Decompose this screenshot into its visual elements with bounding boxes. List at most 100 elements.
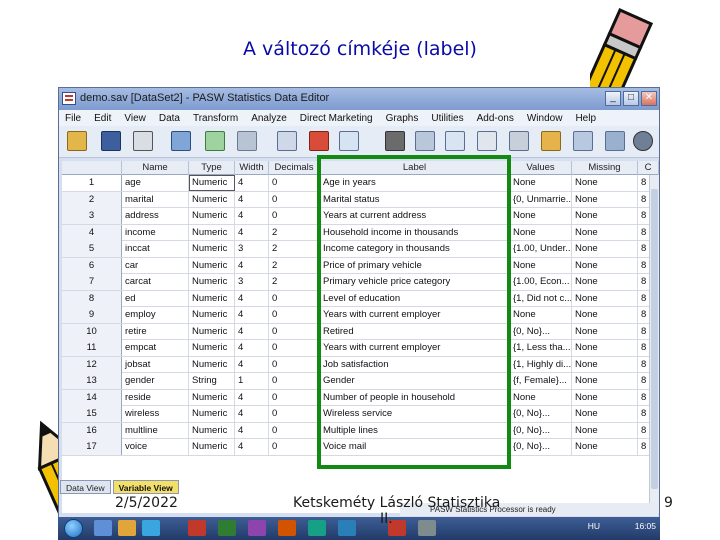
table-row[interactable]: 11 empcat Numeric 4 0 Years with current empl… xyxy=(62,340,659,357)
decimals-cell[interactable]: 2 xyxy=(269,257,320,274)
type-cell[interactable]: Numeric xyxy=(189,208,235,224)
width-cell[interactable]: 4 xyxy=(235,340,269,356)
table-row[interactable]: 6 car Numeric 4 2 Price of primary vehicle Non… xyxy=(62,257,659,274)
name-cell[interactable]: inccat xyxy=(122,241,189,257)
table-row[interactable]: 4 income Numeric 4 2 Household income in thou… xyxy=(62,224,659,241)
taskbar-app-icon[interactable] xyxy=(418,520,436,536)
values-cell[interactable]: None xyxy=(510,224,572,241)
menu-help[interactable]: Help xyxy=(575,113,596,124)
values-cell[interactable]: {0, Unmarrie... xyxy=(510,191,572,208)
column-header-type[interactable]: Type xyxy=(189,161,235,175)
values-cell[interactable]: None xyxy=(510,307,572,323)
name-cell[interactable]: retire xyxy=(122,323,189,340)
table-row[interactable]: 2 marital Numeric 4 0 Marital status {0, Unmar… xyxy=(62,191,659,208)
name-cell[interactable]: car xyxy=(122,257,189,274)
row-number-cell[interactable]: 6 xyxy=(62,257,122,274)
type-cell[interactable]: Numeric xyxy=(189,224,235,241)
label-cell[interactable]: Household income in thousands xyxy=(320,224,510,241)
save-icon[interactable] xyxy=(101,131,121,151)
scrollbar-thumb[interactable] xyxy=(651,189,658,489)
row-number-cell[interactable]: 15 xyxy=(62,406,122,422)
values-cell[interactable]: None xyxy=(510,208,572,224)
width-cell[interactable]: 4 xyxy=(235,224,269,241)
row-number-cell[interactable]: 10 xyxy=(62,323,122,340)
missing-cell[interactable]: None xyxy=(572,422,638,439)
row-number-cell[interactable]: 7 xyxy=(62,274,122,290)
width-cell[interactable]: 4 xyxy=(235,406,269,422)
missing-cell[interactable]: None xyxy=(572,290,638,307)
missing-cell[interactable]: None xyxy=(572,241,638,257)
values-cell[interactable]: {0, No}... xyxy=(510,439,572,455)
values-cell[interactable]: {1, Less tha... xyxy=(510,340,572,356)
taskbar-app-icon[interactable] xyxy=(142,520,160,536)
type-cell[interactable]: Numeric xyxy=(189,323,235,340)
row-number-cell[interactable]: 5 xyxy=(62,241,122,257)
value-labels-icon[interactable] xyxy=(573,131,593,151)
redo-icon[interactable] xyxy=(237,131,257,151)
missing-cell[interactable]: None xyxy=(572,406,638,422)
menu-window[interactable]: Window xyxy=(527,113,563,124)
name-cell[interactable]: multline xyxy=(122,422,189,439)
label-cell[interactable]: Years at current address xyxy=(320,208,510,224)
missing-cell[interactable]: None xyxy=(572,175,638,191)
decimals-cell[interactable]: 0 xyxy=(269,373,320,389)
values-cell[interactable]: {0, No}... xyxy=(510,323,572,340)
open-icon[interactable] xyxy=(67,131,87,151)
insert-variable-icon[interactable] xyxy=(445,131,465,151)
goto-case-icon[interactable] xyxy=(277,131,297,151)
table-row[interactable]: 3 address Numeric 4 0 Years at current addres… xyxy=(62,208,659,225)
label-cell[interactable]: Retired xyxy=(320,323,510,340)
name-cell[interactable]: jobsat xyxy=(122,356,189,373)
label-cell[interactable]: Primary vehicle price category xyxy=(320,274,510,290)
label-cell[interactable]: Voice mail xyxy=(320,439,510,455)
name-cell[interactable]: age xyxy=(122,175,189,191)
vertical-scrollbar[interactable] xyxy=(649,175,659,513)
column-header-columns[interactable]: C xyxy=(638,161,659,175)
menu-transform[interactable]: Transform xyxy=(193,113,238,124)
missing-cell[interactable]: None xyxy=(572,191,638,208)
values-cell[interactable]: {1.00, Under... xyxy=(510,241,572,257)
label-cell[interactable]: Gender xyxy=(320,373,510,389)
decimals-cell[interactable]: 0 xyxy=(269,422,320,439)
name-cell[interactable]: address xyxy=(122,208,189,224)
taskbar-app-icon[interactable] xyxy=(118,520,136,536)
row-number-cell[interactable]: 9 xyxy=(62,307,122,323)
type-cell[interactable]: Numeric xyxy=(189,290,235,307)
label-cell[interactable]: Wireless service xyxy=(320,406,510,422)
width-cell[interactable]: 3 xyxy=(235,274,269,290)
missing-cell[interactable]: None xyxy=(572,439,638,455)
decimals-cell[interactable]: 0 xyxy=(269,191,320,208)
table-row[interactable]: 5 inccat Numeric 3 2 Income category in thous… xyxy=(62,241,659,258)
show-all-icon[interactable] xyxy=(633,131,653,151)
missing-cell[interactable]: None xyxy=(572,208,638,224)
name-cell[interactable]: gender xyxy=(122,373,189,389)
label-cell[interactable]: Price of primary vehicle xyxy=(320,257,510,274)
width-cell[interactable]: 4 xyxy=(235,208,269,224)
decimals-cell[interactable]: 0 xyxy=(269,208,320,224)
menu-direct-marketing[interactable]: Direct Marketing xyxy=(300,113,373,124)
table-row[interactable]: 10 retire Numeric 4 0 Retired {0, No}... None 8 xyxy=(62,323,659,340)
row-number-cell[interactable]: 11 xyxy=(62,340,122,356)
menu-analyze[interactable]: Analyze xyxy=(251,113,287,124)
decimals-cell[interactable]: 0 xyxy=(269,439,320,455)
insert-cases-icon[interactable] xyxy=(415,131,435,151)
width-cell[interactable]: 4 xyxy=(235,307,269,323)
width-cell[interactable]: 4 xyxy=(235,191,269,208)
goto-variable-icon[interactable] xyxy=(309,131,329,151)
decimals-cell[interactable]: 2 xyxy=(269,241,320,257)
table-row[interactable]: 1 age Numeric 4 0 Age in years None None 8 xyxy=(62,175,659,192)
tab-variable-view[interactable]: Variable View xyxy=(112,480,179,494)
menu-data[interactable]: Data xyxy=(159,113,180,124)
name-cell[interactable]: income xyxy=(122,224,189,241)
row-number-cell[interactable]: 3 xyxy=(62,208,122,224)
width-cell[interactable]: 1 xyxy=(235,373,269,389)
column-header-label[interactable]: Label xyxy=(320,161,510,175)
missing-cell[interactable]: None xyxy=(572,307,638,323)
row-number-cell[interactable]: 4 xyxy=(62,224,122,241)
label-cell[interactable]: Level of education xyxy=(320,290,510,307)
type-cell[interactable]: Numeric xyxy=(189,175,235,191)
type-cell[interactable]: Numeric xyxy=(189,439,235,455)
width-cell[interactable]: 4 xyxy=(235,422,269,439)
type-cell[interactable]: Numeric xyxy=(189,356,235,373)
undo-icon[interactable] xyxy=(205,131,225,151)
